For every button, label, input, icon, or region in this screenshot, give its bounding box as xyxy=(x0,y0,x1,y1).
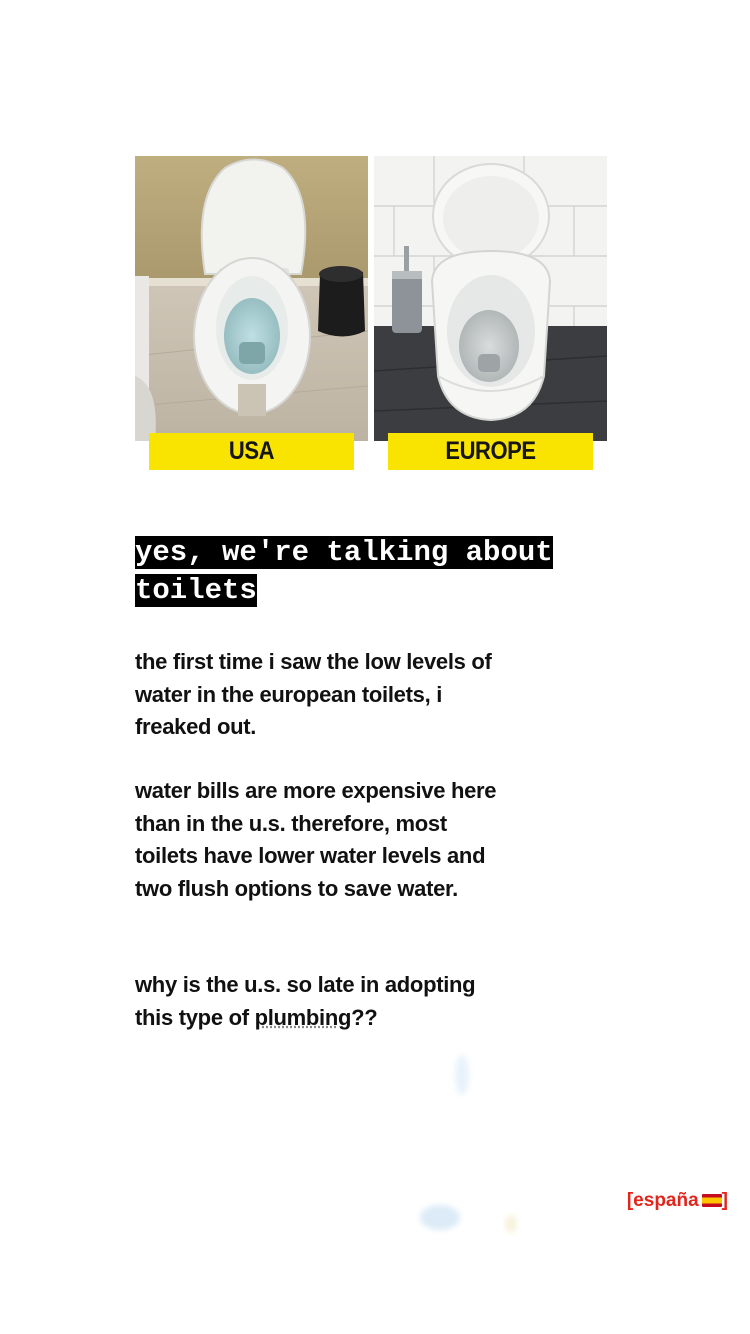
paragraph-1: the first time i saw the low levels of w… xyxy=(135,649,492,739)
usa-toilet-illustration xyxy=(135,156,368,441)
headline-highlight: yes, we're talking about toilets xyxy=(135,536,553,607)
underlined-word: plumbing xyxy=(254,1004,352,1030)
location-tag-close: ] xyxy=(721,1190,728,1211)
background-smudge xyxy=(420,1205,460,1230)
location-tag[interactable]: [españa] xyxy=(627,1190,728,1212)
background-smudge xyxy=(505,1215,517,1233)
europe-label: EUROPE xyxy=(387,433,594,470)
background-smudge xyxy=(455,1055,469,1095)
paragraph-2: water bills are more expensive here than… xyxy=(135,778,497,901)
usa-label: USA xyxy=(148,433,355,470)
usa-toilet-photo: USA xyxy=(135,156,368,470)
spain-flag-icon xyxy=(701,1194,722,1207)
europe-toilet-illustration xyxy=(374,156,607,441)
paragraph-3: why is the u.s. so late in adopting this… xyxy=(135,969,515,1034)
headline: yes, we're talking about toilets xyxy=(135,534,635,610)
paragraph-3-suffix: ?? xyxy=(351,1004,378,1030)
location-tag-open: [españa xyxy=(626,1190,699,1211)
europe-toilet-photo: EUROPE xyxy=(374,156,607,470)
